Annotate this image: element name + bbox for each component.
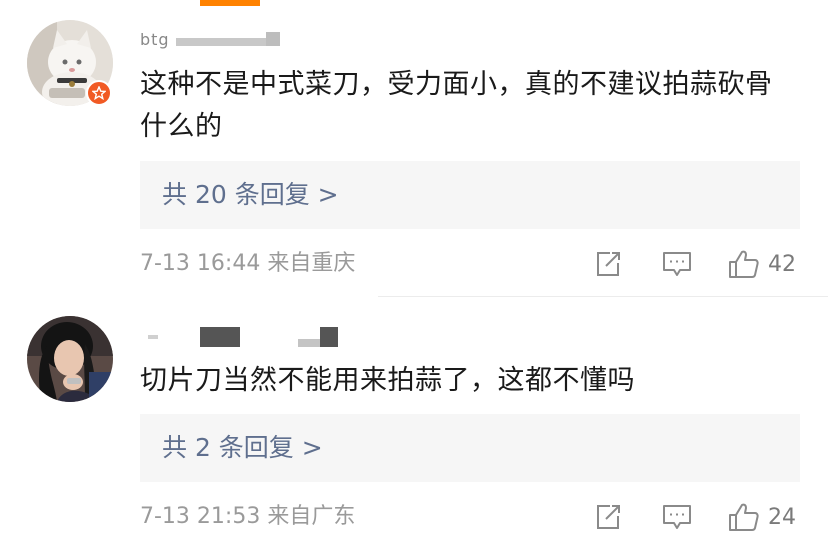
vip-badge-icon bbox=[86, 80, 112, 106]
thumbs-up-icon bbox=[729, 250, 759, 278]
share-icon bbox=[597, 505, 620, 529]
like-count: 24 bbox=[768, 504, 796, 530]
view-replies-link[interactable]: 共 2 条回复 > bbox=[162, 414, 323, 482]
user-name[interactable]: btg bbox=[140, 30, 170, 49]
view-replies-link[interactable]: 共 20 条回复 > bbox=[162, 161, 339, 229]
thumbs-up-icon bbox=[729, 503, 759, 531]
timestamp: 7-13 16:44 来自重庆 bbox=[140, 244, 355, 284]
comment-button[interactable] bbox=[662, 501, 692, 533]
reply-box[interactable]: 共 2 条回复 > bbox=[140, 414, 800, 482]
comment-meta: 7-13 16:44 来自重庆 42 bbox=[140, 244, 828, 284]
comment-icon bbox=[663, 252, 691, 276]
comment-text: 切片刀当然不能用来拍蒜了，这都不懂吗 bbox=[140, 365, 635, 396]
avatar[interactable] bbox=[27, 316, 113, 402]
timestamp: 7-13 21:53 来自广东 bbox=[140, 497, 355, 537]
share-icon bbox=[597, 252, 620, 276]
comment-item: btg 这种不是中式菜刀，受力面小，真的不建议拍蒜砍骨什么的 共 20 条回复 … bbox=[0, 0, 828, 300]
avatar-portrait-image bbox=[27, 316, 113, 402]
redacted-username bbox=[320, 327, 338, 347]
like-count: 42 bbox=[768, 251, 796, 277]
redacted-username bbox=[200, 327, 240, 347]
comment-button[interactable] bbox=[662, 248, 692, 280]
share-button[interactable] bbox=[594, 501, 622, 533]
redacted-username bbox=[266, 32, 280, 46]
comment-text: 这种不是中式菜刀，受力面小，真的不建议拍蒜砍骨什么的 bbox=[140, 69, 773, 142]
comment-meta: 7-13 21:53 来自广东 24 bbox=[140, 497, 828, 537]
reply-box[interactable]: 共 20 条回复 > bbox=[140, 161, 800, 229]
comment-location: 来自重庆 bbox=[267, 251, 356, 276]
redacted-username bbox=[298, 339, 320, 347]
comment-divider bbox=[378, 296, 828, 297]
share-button[interactable] bbox=[594, 248, 622, 280]
like-button[interactable]: 24 bbox=[728, 501, 796, 533]
redacted-username bbox=[176, 38, 266, 46]
comment-location: 来自广东 bbox=[267, 504, 356, 529]
comment-time: 7-13 16:44 bbox=[140, 251, 261, 276]
like-button[interactable]: 42 bbox=[728, 248, 796, 280]
comment-icon bbox=[663, 505, 691, 529]
comment-time: 7-13 21:53 bbox=[140, 504, 261, 529]
comment-item: 切片刀当然不能用来拍蒜了，这都不懂吗 共 2 条回复 > 7-13 21:53 … bbox=[0, 300, 828, 549]
redacted-username bbox=[148, 335, 158, 339]
